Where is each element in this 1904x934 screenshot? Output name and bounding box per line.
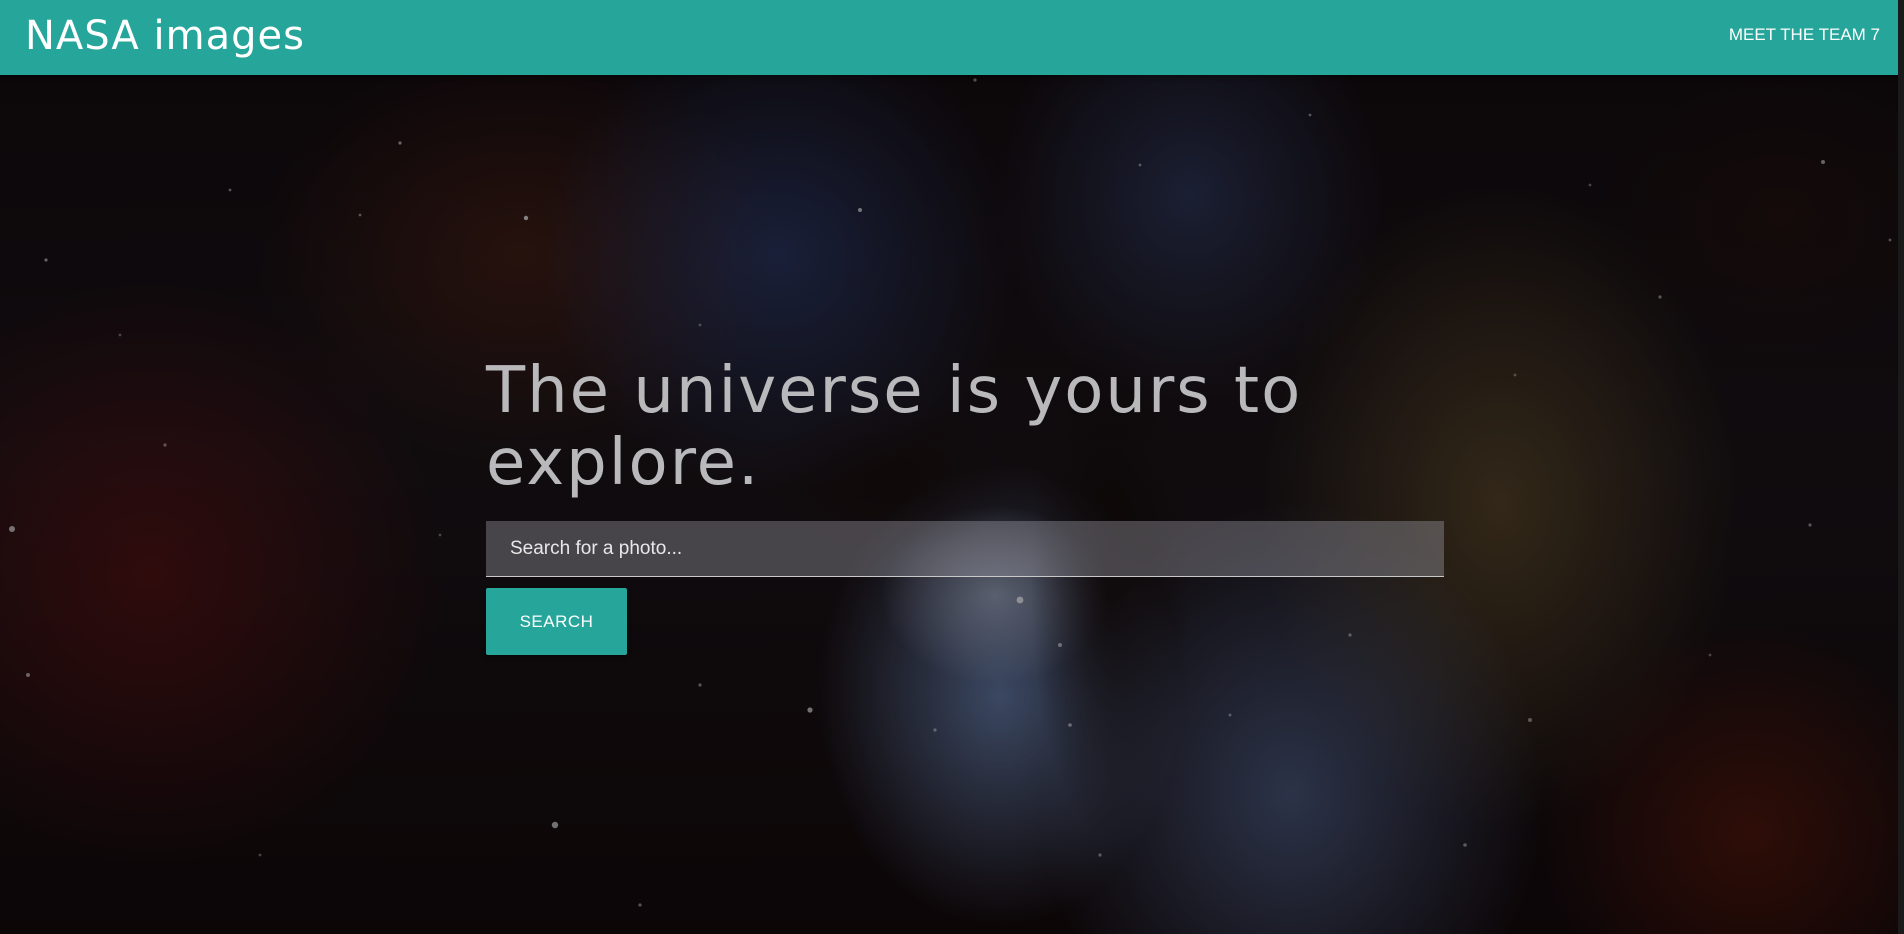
hero-content: The universe is yours to explore. SEARCH bbox=[486, 355, 1446, 655]
hero-title: The universe is yours to explore. bbox=[486, 354, 1303, 500]
brand-logo-link[interactable]: NASA images bbox=[25, 10, 305, 62]
page-scrollbar[interactable] bbox=[1898, 0, 1904, 934]
top-navbar: NASA images MEET THE TEAM 7 bbox=[0, 0, 1904, 75]
search-button[interactable]: SEARCH bbox=[486, 588, 627, 655]
photo-search-input[interactable] bbox=[486, 521, 1444, 577]
meet-the-team-link[interactable]: MEET THE TEAM 7 bbox=[1729, 24, 1880, 46]
